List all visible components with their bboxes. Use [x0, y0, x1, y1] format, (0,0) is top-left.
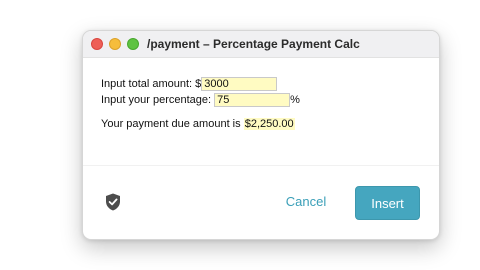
title-bar: /payment – Percentage Payment Calc	[83, 31, 439, 58]
percent-sign: %	[290, 94, 300, 107]
close-window-button[interactable]	[91, 38, 103, 50]
shield-check-icon	[106, 193, 120, 211]
cancel-button[interactable]: Cancel	[273, 191, 339, 213]
payment-due-amount: $2,250.00	[243, 118, 295, 130]
window-title: /payment – Percentage Payment Calc	[147, 37, 360, 51]
percentage-row: Input your percentage: %	[101, 92, 300, 108]
percentage-input[interactable]	[214, 93, 291, 108]
result-label: Your payment due amount is	[101, 118, 241, 130]
result-row: Your payment due amount is $2,250.00	[101, 116, 300, 132]
total-amount-row: Input total amount: $	[101, 76, 300, 92]
footer-divider	[83, 165, 439, 166]
total-amount-label: Input total amount: $	[101, 78, 202, 91]
payment-dialog-window: /payment – Percentage Payment Calc Input…	[82, 30, 440, 240]
percentage-label: Input your percentage:	[101, 94, 212, 107]
minimize-window-button[interactable]	[109, 38, 121, 50]
calculator-form: Input total amount: $ Input your percent…	[101, 76, 300, 132]
total-amount-input[interactable]	[201, 77, 278, 92]
insert-button[interactable]: Insert	[355, 186, 420, 220]
zoom-window-button[interactable]	[127, 38, 139, 50]
